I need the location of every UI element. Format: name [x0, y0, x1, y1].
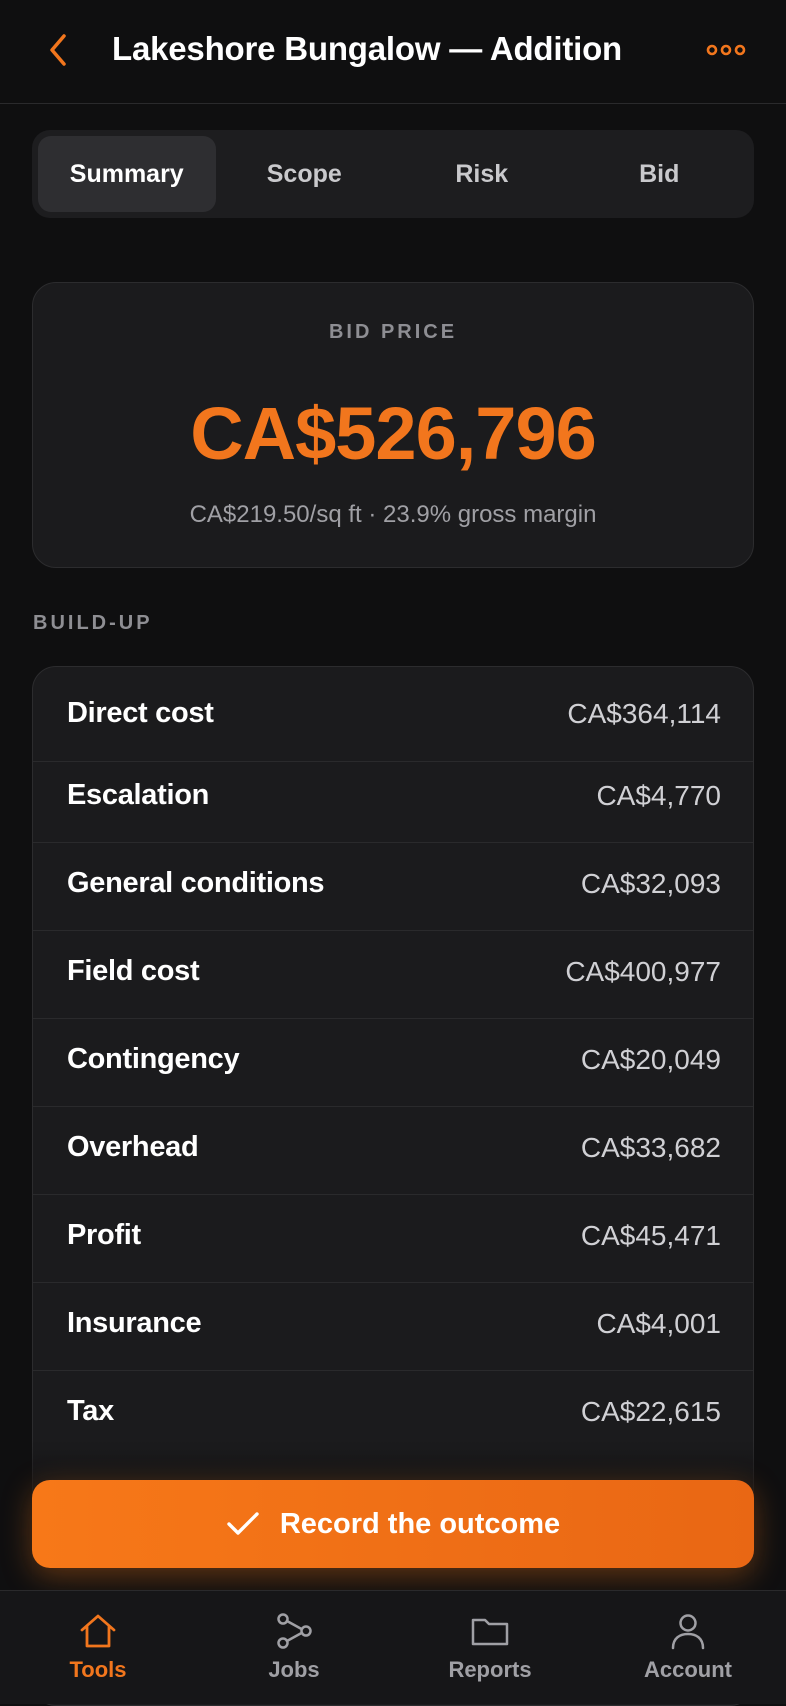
nav-label: Reports — [448, 1657, 532, 1682]
row-label: Insurance — [67, 1307, 202, 1339]
row-value: CA$32,093 — [580, 868, 721, 899]
row-value: CA$4,001 — [596, 1308, 721, 1339]
row-label: Tax — [67, 1395, 114, 1427]
row-value: CA$33,682 — [580, 1132, 721, 1163]
row-label: Field cost — [67, 955, 200, 987]
buildup-section-label: BUILD-UP — [33, 612, 153, 634]
list-item: Escalation CA$4,770 — [33, 755, 753, 843]
person-icon — [671, 1614, 705, 1650]
record-outcome-label: Record the outcome — [279, 1507, 561, 1540]
bid-price-label: BID PRICE — [328, 321, 458, 343]
record-outcome-button[interactable]: Record the outcome — [32, 1480, 754, 1568]
list-item: General conditions CA$32,093 — [33, 843, 753, 931]
list-item: Contingency CA$20,049 — [33, 1019, 753, 1107]
top-bar: Lakeshore Bungalow — Addition — [0, 0, 786, 104]
list-item: Field cost CA$400,977 — [33, 931, 753, 1019]
tab-bid[interactable]: Bid — [571, 136, 749, 212]
row-label: Direct cost — [67, 697, 214, 729]
list-item: Overhead CA$33,682 — [33, 1107, 753, 1195]
checkmark-icon — [227, 1512, 259, 1535]
list-item: Profit CA$45,471 — [33, 1195, 753, 1283]
row-value: CA$4,770 — [596, 780, 721, 811]
nav-label: Jobs — [268, 1657, 320, 1682]
row-label: Overhead — [67, 1131, 199, 1163]
row-label: Escalation — [67, 779, 210, 811]
bid-price-subtitle: CA$219.50/sq ft · 23.9% gross margin — [189, 501, 597, 528]
segmented-tabs: Summary Scope Risk Bid — [32, 130, 754, 218]
nav-tools[interactable]: Tools — [0, 1591, 196, 1705]
row-value: CA$22,615 — [580, 1396, 721, 1427]
tab-risk[interactable]: Risk — [393, 136, 571, 212]
row-value: CA$364,114 — [567, 698, 721, 729]
tab-scope[interactable]: Scope — [216, 136, 394, 212]
list-item: Direct cost CA$364,114 — [33, 667, 753, 762]
row-label: Profit — [67, 1219, 141, 1251]
bottom-nav: Tools Jobs Reports Account — [0, 1590, 786, 1704]
list-item: Insurance CA$4,001 — [33, 1283, 753, 1371]
bid-price-value: CA$526,796 — [190, 392, 597, 475]
nav-account[interactable]: Account — [590, 1591, 786, 1705]
row-value: CA$20,049 — [580, 1044, 721, 1075]
nav-reports[interactable]: Reports — [392, 1591, 588, 1705]
page-title: Lakeshore Bungalow — Addition — [112, 30, 623, 67]
nav-label: Tools — [69, 1657, 127, 1682]
home-icon — [80, 1614, 116, 1648]
row-value: CA$45,471 — [580, 1220, 721, 1251]
nav-label: Account — [644, 1657, 732, 1682]
tab-summary[interactable]: Summary — [38, 136, 216, 212]
branch-icon — [277, 1613, 312, 1649]
row-label: General conditions — [67, 867, 325, 899]
bid-price-card: BID PRICE CA$526,796 CA$219.50/sq ft · 2… — [32, 282, 754, 568]
nav-jobs[interactable]: Jobs — [196, 1591, 392, 1705]
row-label: Contingency — [67, 1043, 240, 1075]
more-options-icon[interactable] — [706, 40, 746, 60]
row-value: CA$400,977 — [565, 956, 721, 987]
folder-icon — [471, 1618, 509, 1646]
back-chevron-icon[interactable] — [44, 30, 74, 70]
